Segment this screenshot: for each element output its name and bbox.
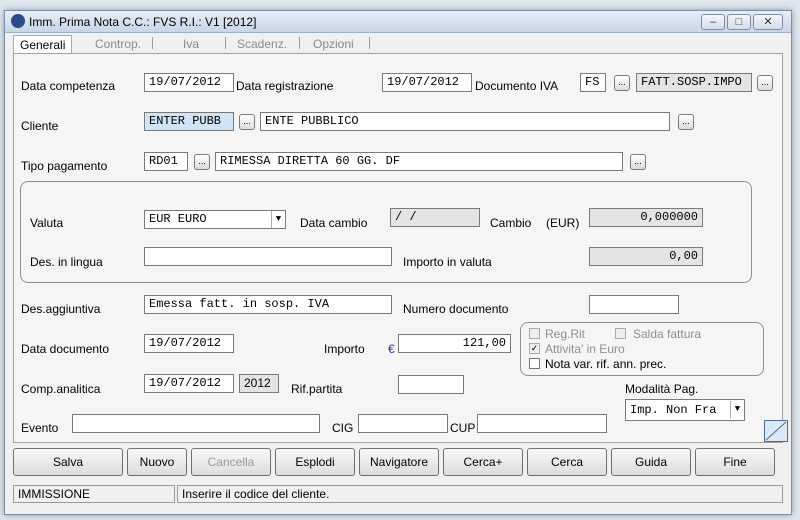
title-bar: Imm. Prima Nota C.C.: FVS R.I.: V1 [2012… — [5, 11, 791, 33]
fine-button[interactable]: Fine — [695, 448, 775, 476]
des-aggiuntiva-field[interactable]: Emessa fatt. in sosp. IVA — [144, 295, 392, 314]
data-cambio-label: Data cambio — [300, 216, 368, 230]
cambio-field: 0,000000 — [589, 208, 703, 227]
esplodi-button[interactable]: Esplodi — [275, 448, 355, 476]
status-mode: IMMISSIONE — [13, 485, 175, 503]
cliente-label: Cliente — [21, 119, 59, 133]
tipo-pagamento-desc-field[interactable]: RIMESSA DIRETTA 60 GG. DF — [215, 152, 623, 171]
attivita-euro-label: Attivita' in Euro — [545, 342, 625, 356]
data-competenza-field[interactable]: 19/07/2012 — [144, 73, 234, 92]
valuta-label: Valuta — [30, 216, 64, 230]
cup-field[interactable] — [477, 414, 607, 433]
importo-label: Importo — [324, 342, 365, 356]
tab-opzioni[interactable]: Opzioni — [313, 35, 354, 53]
minimize-button[interactable]: – — [701, 14, 725, 30]
tab-separator — [152, 37, 153, 49]
data-documento-field[interactable]: 19/07/2012 — [144, 334, 234, 353]
tipo-pagamento-label: Tipo pagamento — [21, 159, 108, 173]
documento-iva-code-field[interactable]: FS — [580, 73, 606, 92]
comp-analitica-field[interactable]: 19/07/2012 — [144, 374, 234, 393]
cerca-plus-button[interactable]: Cerca+ — [443, 448, 523, 476]
data-registrazione-label: Data registrazione — [236, 79, 334, 93]
guida-button[interactable]: Guida — [611, 448, 691, 476]
tipo-pagamento-lookup-button[interactable]: ... — [194, 154, 210, 170]
cerca-button[interactable]: Cerca — [527, 448, 607, 476]
generali-panel: Data competenza 19/07/2012 Data registra… — [13, 53, 788, 443]
data-documento-label: Data documento — [21, 342, 110, 356]
cliente-desc-field[interactable]: ENTE PUBBLICO — [260, 112, 670, 131]
numero-documento-label: Numero documento — [403, 302, 509, 316]
documento-iva-lookup-button[interactable]: ... — [614, 75, 630, 91]
tipo-pagamento-desc-lookup-button[interactable]: ... — [630, 154, 646, 170]
salda-fattura-label: Salda fattura — [633, 327, 702, 341]
nuovo-button[interactable]: Nuovo — [127, 448, 187, 476]
tab-generali[interactable]: Generali — [13, 35, 73, 53]
cancella-button[interactable]: Cancella — [191, 448, 271, 476]
corner-resize-icon[interactable] — [764, 420, 788, 442]
numero-documento-field[interactable] — [589, 295, 679, 314]
tab-separator — [369, 37, 370, 49]
salva-button[interactable]: Salva — [13, 448, 123, 476]
des-aggiuntiva-label: Des.aggiuntiva — [21, 302, 101, 316]
tab-separator — [299, 37, 300, 49]
tipo-pagamento-code-field[interactable]: RD01 — [144, 152, 188, 171]
close-button[interactable]: ✕ — [753, 14, 783, 30]
cliente-desc-lookup-button[interactable]: ... — [678, 114, 694, 130]
documento-iva-desc-lookup-button[interactable]: ... — [757, 75, 773, 91]
des-lingua-field[interactable] — [144, 247, 392, 266]
des-lingua-label: Des. in lingua — [30, 255, 103, 269]
importo-valuta-field: 0,00 — [589, 247, 703, 266]
rif-partita-label: Rif.partita — [291, 382, 343, 396]
data-cambio-field: / / — [390, 208, 480, 227]
main-window: Imm. Prima Nota C.C.: FVS R.I.: V1 [2012… — [4, 10, 792, 515]
status-message: Inserire il codice del cliente. — [177, 485, 783, 503]
nota-var-label: Nota var. rif. ann. prec. — [545, 357, 667, 371]
navigatore-button[interactable]: Navigatore — [359, 448, 439, 476]
data-competenza-label: Data competenza — [21, 79, 116, 93]
cup-label: CUP — [450, 421, 476, 435]
chevron-down-icon[interactable]: ▼ — [730, 401, 744, 418]
salda-fattura-checkbox[interactable] — [615, 328, 626, 339]
cig-label: CIG — [332, 421, 354, 435]
cambio-label: Cambio — [490, 216, 532, 230]
data-registrazione-field[interactable]: 19/07/2012 — [382, 73, 472, 92]
attivita-euro-checkbox[interactable]: ✓ — [529, 343, 540, 354]
tab-controp[interactable]: Controp. — [95, 35, 141, 53]
cliente-code-field[interactable]: ENTER PUBB — [144, 112, 234, 131]
valuta-value: EUR EURO — [149, 212, 207, 226]
valuta-select[interactable]: EUR EURO ▼ — [144, 210, 286, 229]
comp-analitica-year: 2012 — [239, 374, 279, 393]
documento-iva-desc-field: FATT.SOSP.IMPO — [636, 73, 752, 92]
valuta-group — [20, 181, 752, 283]
reg-rit-checkbox[interactable] — [529, 328, 540, 339]
app-icon — [11, 14, 25, 28]
chevron-down-icon[interactable]: ▼ — [271, 211, 285, 228]
evento-field[interactable] — [72, 414, 320, 433]
evento-label: Evento — [21, 421, 59, 435]
modalita-pag-value: Imp. Non Fra — [630, 403, 717, 417]
tab-scadenz[interactable]: Scadenz. — [237, 35, 287, 53]
importo-field[interactable]: 121,00 — [398, 334, 511, 353]
rif-partita-field[interactable] — [398, 375, 464, 394]
nota-var-checkbox[interactable] — [529, 358, 540, 369]
euro-icon: € — [388, 342, 395, 356]
tab-strip: Generali Controp. Iva Scadenz. Opzioni — [11, 35, 781, 53]
window-title: Imm. Prima Nota C.C.: FVS R.I.: V1 [2012… — [29, 15, 257, 29]
tab-iva[interactable]: Iva — [183, 35, 199, 53]
documento-iva-label: Documento IVA — [475, 79, 559, 93]
reg-rit-label: Reg.Rit — [545, 327, 586, 341]
modalita-pag-label: Modalità Pag. — [625, 382, 699, 396]
cig-field[interactable] — [358, 414, 448, 433]
modalita-pag-select[interactable]: Imp. Non Fra ▼ — [625, 399, 745, 421]
cambio-unit-label: (EUR) — [546, 216, 580, 230]
tab-separator — [225, 37, 226, 49]
importo-valuta-label: Importo in valuta — [403, 255, 492, 269]
comp-analitica-label: Comp.analitica — [21, 382, 101, 396]
maximize-button[interactable]: □ — [727, 14, 751, 30]
cliente-lookup-button[interactable]: ... — [239, 114, 255, 130]
